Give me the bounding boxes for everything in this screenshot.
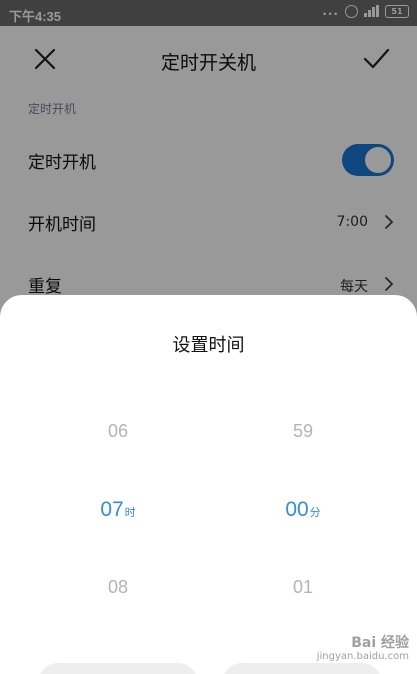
minute-selected[interactable]: 00分 — [228, 498, 378, 522]
hour-prev[interactable]: 06 — [43, 421, 193, 442]
hour-selected-value: 07 — [100, 498, 124, 521]
hour-unit: 时 — [124, 507, 136, 519]
watermark-logo: Bai 经验 — [351, 635, 409, 651]
ok-button[interactable] — [222, 663, 382, 674]
minute-unit: 分 — [309, 507, 321, 519]
watermark-url: jingyan.baidu.com — [316, 651, 409, 662]
time-picker-title: 设置时间 — [172, 335, 245, 356]
cancel-button[interactable] — [38, 663, 198, 674]
minute-next[interactable]: 01 — [228, 577, 378, 598]
watermark: Bai 经验 jingyan.baidu.com — [317, 636, 409, 664]
time-picker-sheet: 设置时间 06 07时 08 59 00分 01 — [0, 295, 417, 674]
hour-next[interactable]: 08 — [43, 577, 193, 598]
settings-screen: 下午4:35 ... 51 定时开关机 定时开机 定时开机 开机时间 7:00 — [0, 0, 417, 674]
hour-selected[interactable]: 07时 — [43, 498, 193, 522]
minute-prev[interactable]: 59 — [228, 421, 378, 442]
minute-selected-value: 00 — [285, 498, 309, 521]
